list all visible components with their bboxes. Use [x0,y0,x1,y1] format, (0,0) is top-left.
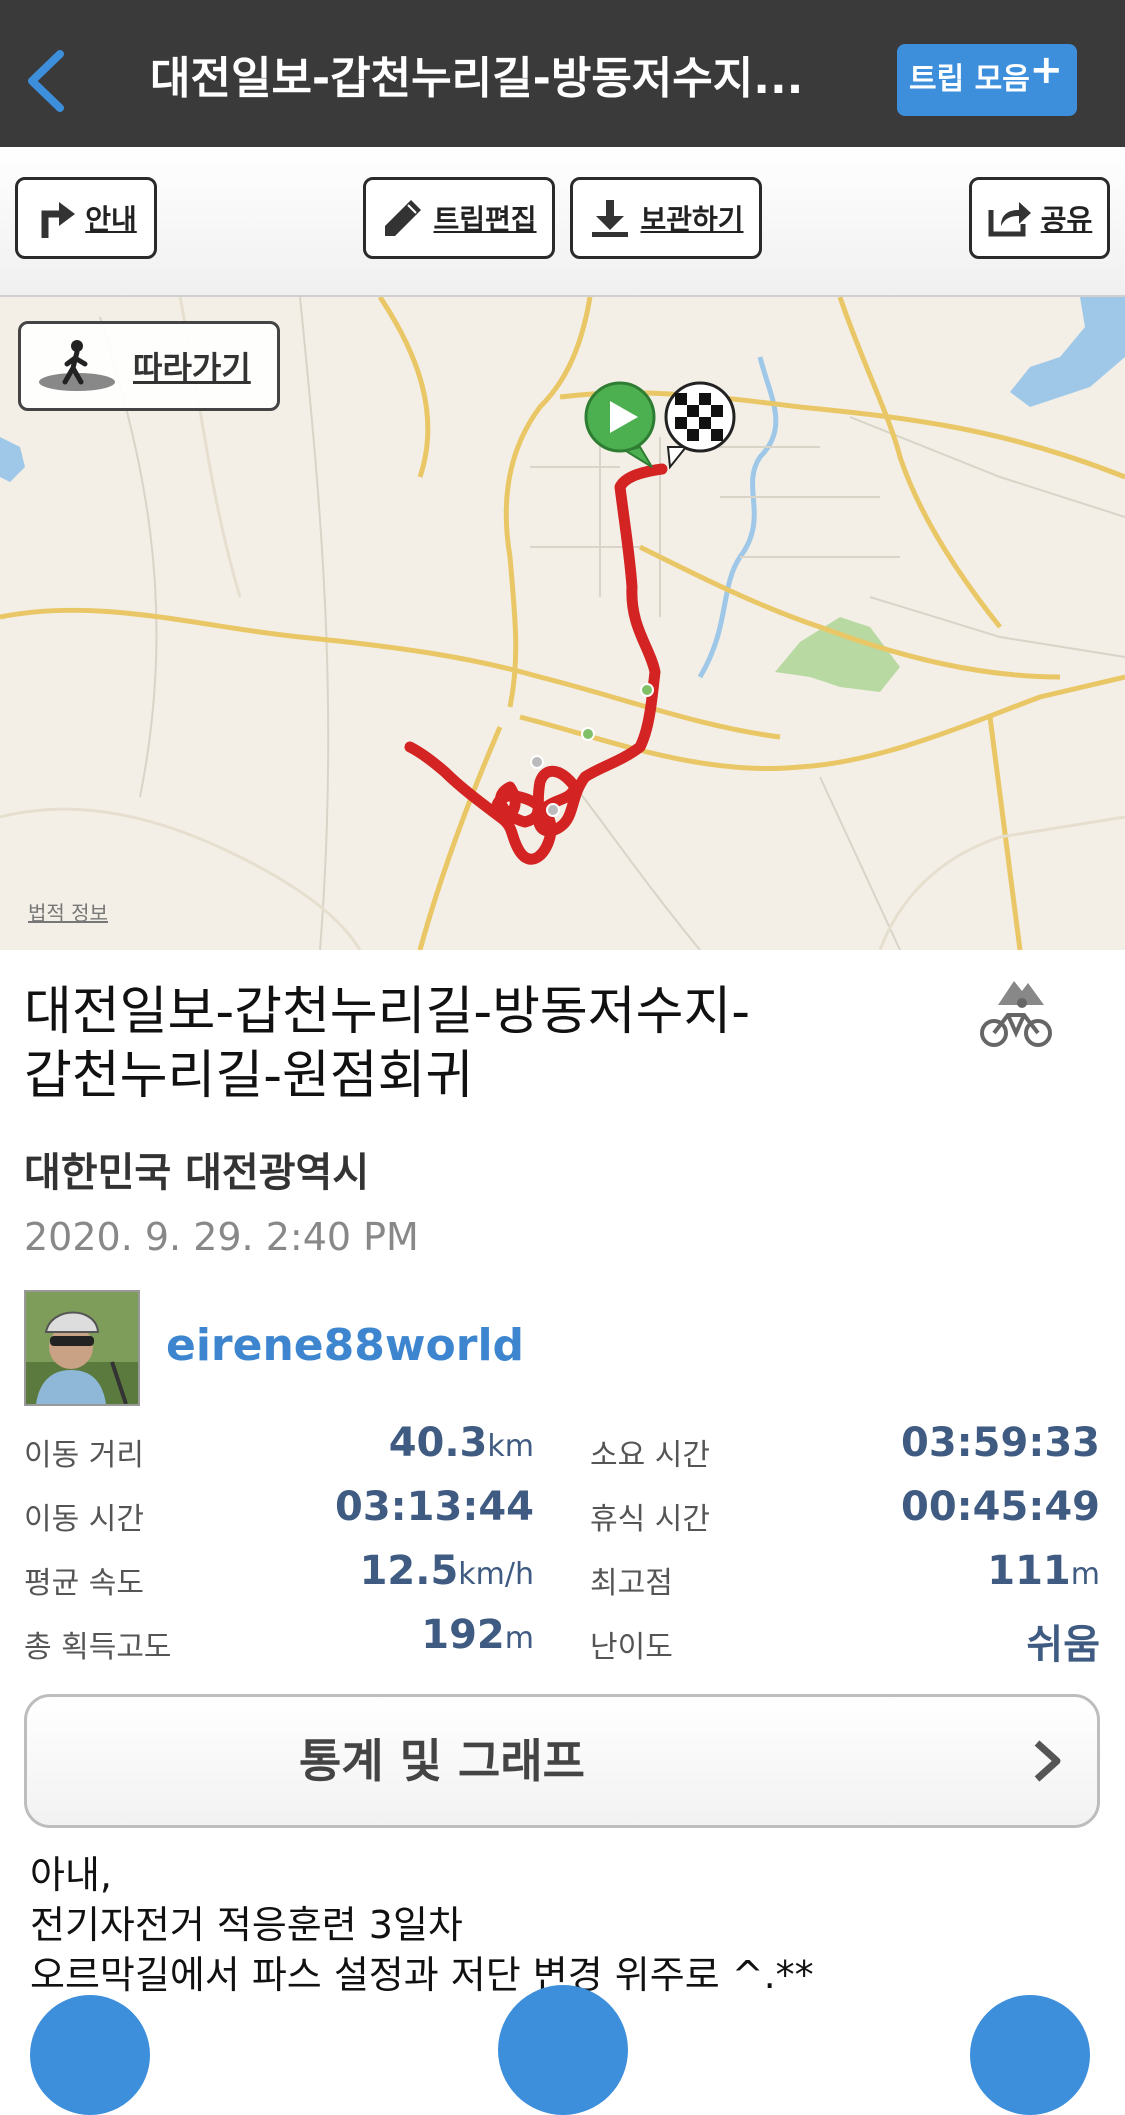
save-label: 보관하기 [640,203,744,236]
rest-time-value: 00:45:49 [901,1484,1100,1530]
difficulty-value: 쉬움 [1026,1622,1100,1668]
follow-button[interactable]: 따라가기 [18,321,280,411]
trip-location: 대한민국 대전광역시 [24,1150,370,1196]
total-time-label: 소요 시간 [590,1438,710,1473]
moving-time-value: 03:13:44 [335,1484,534,1530]
rest-time-label: 휴식 시간 [590,1502,710,1537]
distance-value: 40.3km [388,1420,534,1466]
trip-date: 2020. 9. 29. 2:40 PM [24,1215,419,1259]
avg-speed-value: 12.5km/h [359,1548,534,1594]
hiker-icon [39,340,115,391]
plus-icon: + [1029,47,1063,93]
turn-right-icon [41,202,76,238]
description-line: 아내, [30,1853,112,1897]
moving-time-label: 이동 시간 [24,1502,144,1537]
guide-label: 안내 [85,203,137,236]
page-title: 대전일보-갑천누리길-방동저수지... [150,53,804,104]
share-button[interactable]: 공유 [969,177,1110,259]
legal-info-link[interactable]: 법적 정보 [28,897,108,926]
toolbar: 안내 트립편집 보관하기 공유 [0,147,1125,297]
edit-trip-label: 트립편집 [433,203,537,236]
bottom-center-fab[interactable] [498,1985,628,2115]
stats-graph-button[interactable]: 통계 및 그래프 [24,1694,1100,1828]
chevron-right-icon [1034,1740,1061,1782]
trip-description: 아내, 전기자전거 적응훈련 3일차 오르막길에서 파스 설정과 저단 변경 위… [30,1850,1090,2000]
route-map[interactable]: 따라가기 법적 정보 [0,297,1125,950]
save-button[interactable]: 보관하기 [570,177,762,259]
mountain-bike-icon [980,981,1052,1047]
guide-button[interactable]: 안내 [15,177,157,259]
trip-title-line1: 대전일보-갑천누리길-방동저수지- [24,982,751,1042]
max-altitude-value: 111m [987,1548,1100,1594]
max-altitude-label: 최고점 [590,1566,673,1601]
description-line: 전기자전거 적응훈련 3일차 [30,1903,463,1947]
download-icon [592,200,629,237]
pencil-icon [385,200,422,236]
avatar-image [26,1292,138,1404]
username-link[interactable]: eirene88world [166,1320,524,1371]
back-button[interactable] [22,48,70,114]
share-icon [988,202,1031,237]
avg-speed-label: 평균 속도 [24,1566,144,1601]
elevation-gain-label: 총 획득고도 [24,1630,172,1665]
bottom-left-fab[interactable] [30,1995,150,2115]
top-bar: 대전일보-갑천누리길-방동저수지... 트립 모음 + [0,0,1125,147]
chevron-left-icon [28,50,64,112]
elevation-gain-value: 192m [421,1612,534,1658]
trip-title: 대전일보-갑천누리길-방동저수지- 갑천누리길-원점회귀 [24,980,854,1108]
trip-collection-button[interactable]: 트립 모음 + [897,44,1077,116]
trip-title-line2: 갑천누리길-원점회귀 [24,1046,474,1106]
difficulty-label: 난이도 [590,1630,673,1665]
share-label: 공유 [1040,203,1093,236]
trip-collection-label: 트립 모음 [909,62,1030,97]
avatar[interactable] [24,1290,140,1406]
edit-trip-button[interactable]: 트립편집 [363,177,555,259]
follow-label: 따라가기 [133,349,251,387]
distance-label: 이동 거리 [24,1438,144,1473]
stats-graph-label: 통계 및 그래프 [299,1734,585,1788]
total-time-value: 03:59:33 [901,1420,1100,1466]
bottom-right-fab[interactable] [970,1995,1090,2115]
